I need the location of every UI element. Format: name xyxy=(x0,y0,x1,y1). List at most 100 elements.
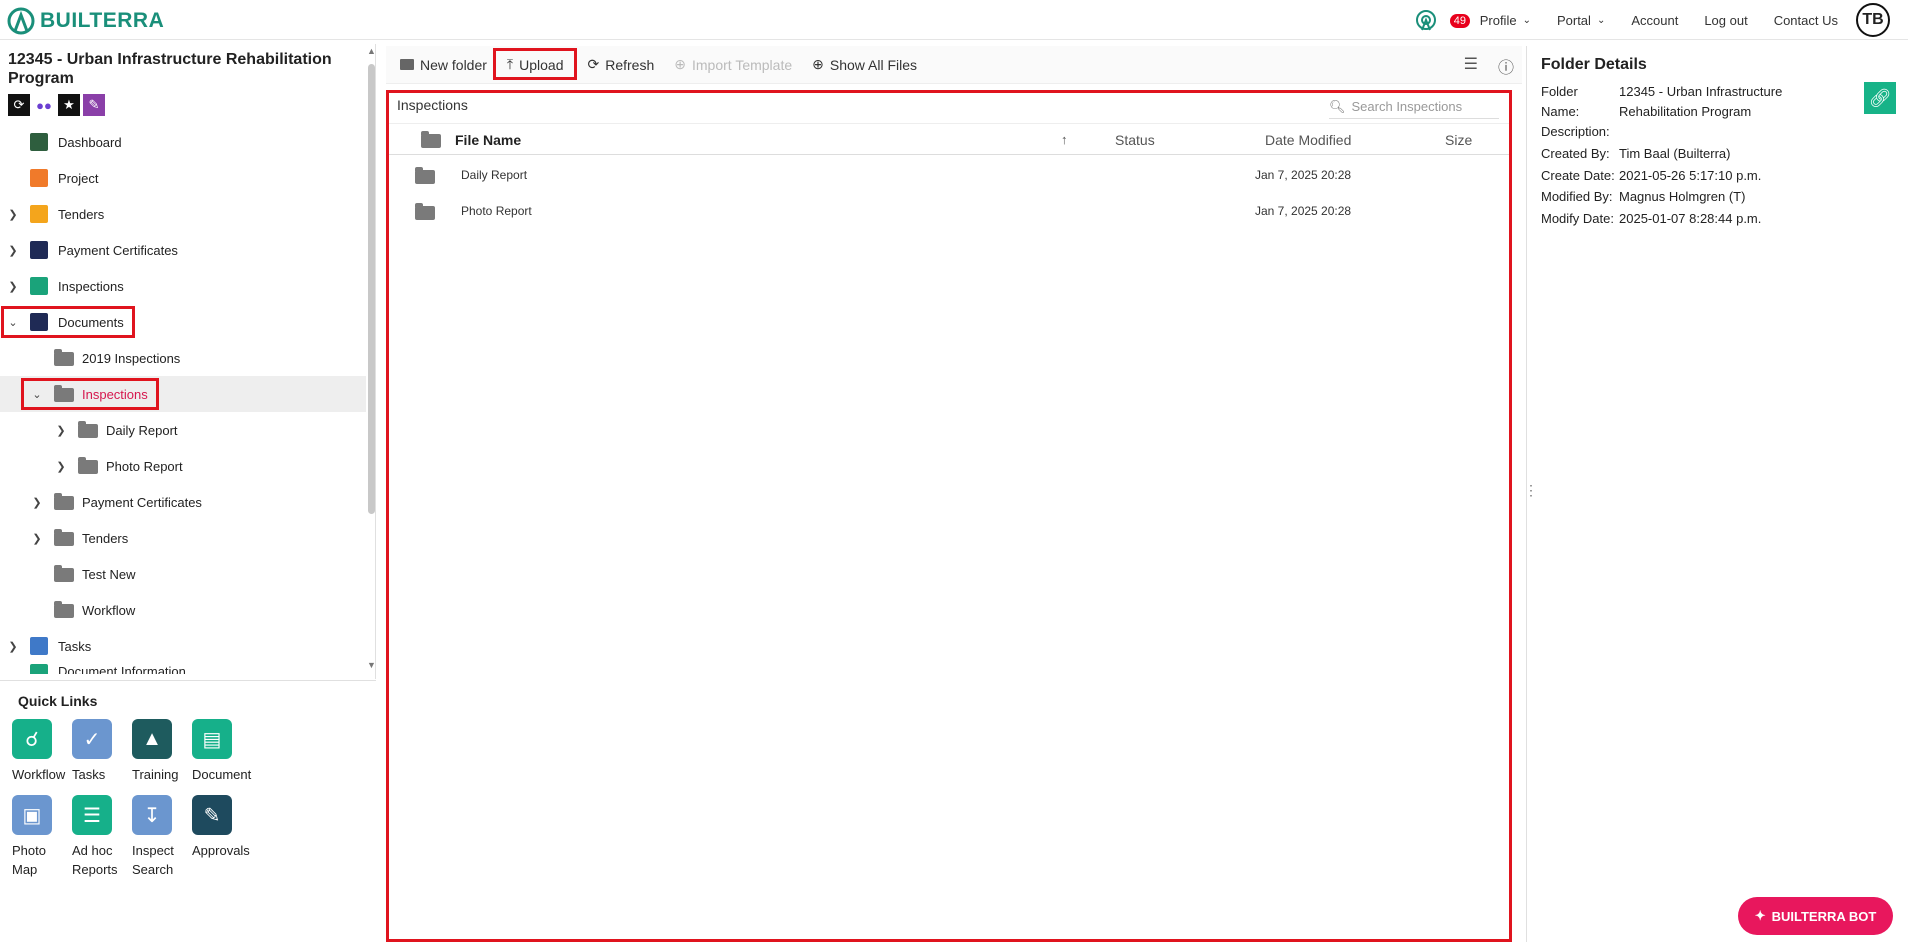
sidebar-scroll-thumb[interactable] xyxy=(368,64,375,514)
new-folder-button[interactable]: New folder xyxy=(396,50,491,80)
detail-value: 12345 - Urban Infrastructure Rehabilitat… xyxy=(1619,84,1783,119)
column-file-name[interactable]: File Name xyxy=(455,132,521,148)
folder-payment-certificates[interactable]: ❯ Payment Certificates xyxy=(0,484,366,520)
column-date-modified[interactable]: Date Modified xyxy=(1265,132,1351,148)
star-icon[interactable]: ★ xyxy=(58,94,80,116)
upload-button[interactable]: ⤒ Upload xyxy=(492,47,577,80)
refresh-label: Refresh xyxy=(605,56,655,73)
sidebar-item-label: Inspections xyxy=(58,278,124,294)
info-icon[interactable]: ⓘ xyxy=(1498,54,1514,78)
file-toolbar: New folder ⤒ Upload ⟳ Refresh ⊕ Import T… xyxy=(386,46,1522,84)
quick-link-tasks[interactable]: ✓ Tasks xyxy=(72,719,132,784)
folder-daily-report[interactable]: ❯ Daily Report xyxy=(0,412,366,448)
portal-menu[interactable]: Portal ⌄ xyxy=(1557,13,1605,28)
detail-created-by: Created By: Tim Baal (Builterra) xyxy=(1541,146,1799,162)
account-link[interactable]: Account xyxy=(1631,13,1678,28)
column-status[interactable]: Status xyxy=(1115,132,1155,148)
chevron-right-icon[interactable]: ❯ xyxy=(6,243,20,257)
builterra-bot-button[interactable]: ✦ BUILTERRA BOT xyxy=(1738,897,1893,935)
folder-test-new[interactable]: Test New xyxy=(0,556,366,592)
scroll-down-icon[interactable]: ▼ xyxy=(367,660,376,670)
avatar[interactable]: TB xyxy=(1856,3,1890,37)
left-resize-handle[interactable]: ⋮ xyxy=(380,483,394,497)
sidebar-item-documents[interactable]: ⌄ Documents xyxy=(0,304,366,340)
import-template-button[interactable]: ⊕ Import Template xyxy=(670,50,796,80)
quick-link-label: Workflow xyxy=(12,767,66,782)
file-date-modified: Jan 7, 2025 20:28 xyxy=(1255,204,1352,218)
chevron-down-icon: ⌄ xyxy=(1522,14,1531,26)
detail-label: Created By: xyxy=(1541,146,1610,161)
quick-link-ad-hoc-reports[interactable]: ☰ Ad hoc Reports xyxy=(72,795,124,879)
folder-2019-inspections[interactable]: 2019 Inspections xyxy=(0,340,366,376)
link-icon[interactable]: 🔗︎ xyxy=(1864,82,1896,114)
folder-workflow[interactable]: Workflow xyxy=(0,592,366,628)
chevron-right-icon[interactable]: ❯ xyxy=(54,423,68,437)
sort-ascending-icon[interactable]: ↑ xyxy=(1061,132,1068,147)
search-placeholder: Search Inspections xyxy=(1351,99,1463,114)
chevron-right-icon[interactable]: ❯ xyxy=(30,531,44,545)
payment-certificates-icon xyxy=(30,241,48,259)
folder-label: Daily Report xyxy=(106,422,178,438)
folder-label: Workflow xyxy=(82,602,136,618)
folder-icon xyxy=(78,421,98,438)
folder-icon xyxy=(400,59,414,70)
table-row[interactable]: Daily Report Jan 7, 2025 20:28 xyxy=(389,157,1509,193)
quick-link-photo-map[interactable]: ▣ Photo Map xyxy=(12,795,62,879)
builterra-logo[interactable]: BUILTERRA xyxy=(6,6,164,36)
quick-link-label: Approvals xyxy=(192,843,250,858)
contact-us-link[interactable]: Contact Us xyxy=(1774,13,1838,28)
edit-icon[interactable]: ✎ xyxy=(83,94,105,116)
reports-icon: ☰ xyxy=(72,795,112,835)
table-header: File Name ↑ Status Date Modified Size xyxy=(389,123,1509,155)
refresh-button[interactable]: ⟳ Refresh xyxy=(584,50,659,80)
sidebar-item-tenders[interactable]: ❯ Tenders xyxy=(0,196,366,232)
sidebar-item-label: Project xyxy=(58,170,99,186)
navigation-tree: Dashboard Project ❯ Tenders ❯ Payment Ce… xyxy=(0,124,366,674)
bot-label: BUILTERRA BOT xyxy=(1771,908,1877,924)
quick-link-workflow[interactable]: ☌ Workflow xyxy=(12,719,72,784)
search-input[interactable]: 🔍︎ Search Inspections xyxy=(1329,95,1499,119)
antenna-icon[interactable] xyxy=(1414,8,1438,32)
scroll-up-icon[interactable]: ▲ xyxy=(367,46,376,56)
sidebar-item-tasks[interactable]: ❯ Tasks xyxy=(0,628,366,664)
folder-photo-report[interactable]: ❯ Photo Report xyxy=(0,448,366,484)
sidebar-item-payment-certificates[interactable]: ❯ Payment Certificates xyxy=(0,232,366,268)
quick-link-approvals[interactable]: ✎ Approvals xyxy=(192,795,262,860)
detail-label: Folder xyxy=(1541,84,1578,99)
detail-label: Name: xyxy=(1541,104,1580,119)
show-all-files-button[interactable]: ⊕ Show All Files xyxy=(808,50,921,80)
refresh-icon[interactable]: ⟳ xyxy=(8,94,30,116)
chevron-right-icon[interactable]: ❯ xyxy=(6,639,20,653)
detail-value: Magnus Holmgren (T) xyxy=(1619,189,1746,204)
sidebar-item-document-information[interactable]: Document Information xyxy=(0,664,366,674)
profile-menu[interactable]: Profile ⌄ xyxy=(1480,13,1531,28)
folder-icon xyxy=(54,349,74,366)
document-information-icon xyxy=(30,664,48,674)
folder-inspections[interactable]: ⌄ Inspections xyxy=(0,376,366,412)
detail-label: Modify Date: xyxy=(1541,211,1614,226)
plus-circle-icon: ⊕ xyxy=(812,56,824,72)
notification-badge: 49 xyxy=(1449,14,1470,28)
folder-icon xyxy=(54,601,74,618)
chevron-right-icon[interactable]: ❯ xyxy=(54,459,68,473)
chevron-right-icon[interactable]: ❯ xyxy=(6,279,20,293)
chevron-right-icon[interactable]: ❯ xyxy=(6,207,20,221)
table-row[interactable]: Photo Report Jan 7, 2025 20:28 xyxy=(389,193,1509,229)
quick-link-training[interactable]: ▲ Training xyxy=(132,719,192,784)
team-icon[interactable]: ●● xyxy=(33,94,55,116)
list-view-icon[interactable]: ☰ xyxy=(1464,54,1478,78)
logout-link[interactable]: Log out xyxy=(1704,13,1747,28)
folder-title: Inspections xyxy=(397,97,468,113)
quick-link-inspect-search[interactable]: ↧ Inspect Search xyxy=(132,795,184,879)
folder-label: Tenders xyxy=(82,530,129,546)
detail-label: Create Date: xyxy=(1541,168,1615,183)
chevron-right-icon[interactable]: ❯ xyxy=(30,495,44,509)
quick-link-document[interactable]: ▤ Document xyxy=(192,719,252,784)
sidebar-item-dashboard[interactable]: Dashboard xyxy=(0,124,366,160)
sidebar-item-inspections[interactable]: ❯ Inspections xyxy=(0,268,366,304)
folder-icon xyxy=(415,203,435,220)
sidebar-item-project[interactable]: Project xyxy=(0,160,366,196)
folder-tenders[interactable]: ❯ Tenders xyxy=(0,520,366,556)
column-size[interactable]: Size xyxy=(1445,132,1472,148)
quick-link-label: Training xyxy=(132,767,179,782)
